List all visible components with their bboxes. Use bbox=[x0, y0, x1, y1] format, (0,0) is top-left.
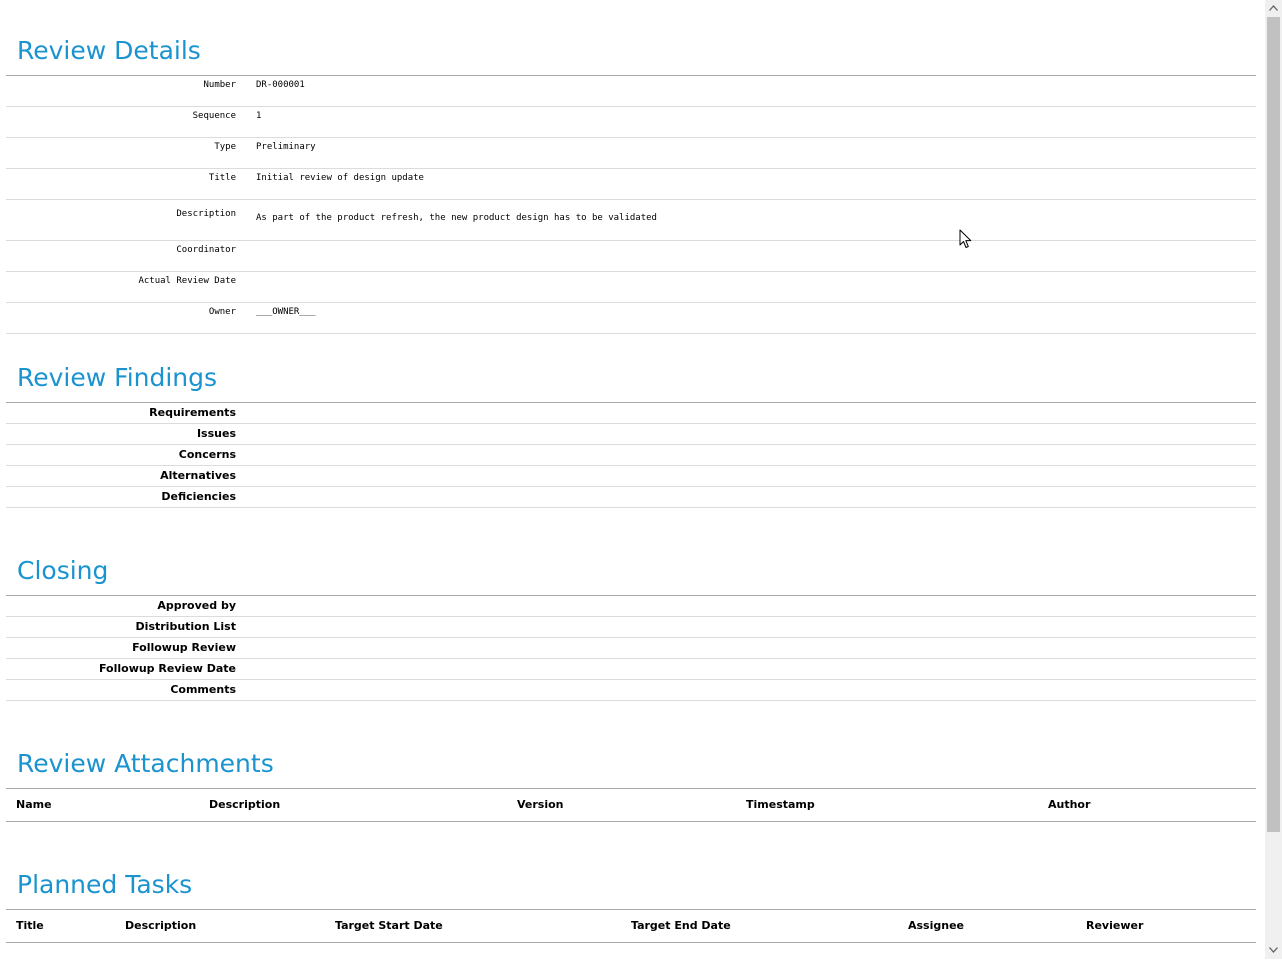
detail-row-coordinator: Coordinator bbox=[6, 241, 1256, 272]
section-heading-closing: Closing bbox=[17, 556, 109, 585]
field-value: Preliminary bbox=[256, 142, 316, 152]
column-header-assignee[interactable]: Assignee bbox=[908, 919, 964, 932]
field-value: Initial review of design update bbox=[256, 173, 424, 183]
closing-row-comments: Comments bbox=[6, 680, 1256, 701]
finding-row-deficiencies: Deficiencies bbox=[6, 487, 1256, 508]
column-header-author[interactable]: Author bbox=[1048, 798, 1090, 811]
detail-row-actual-review-date: Actual Review Date bbox=[6, 272, 1256, 303]
field-value: ___OWNER___ bbox=[256, 307, 316, 317]
section-heading-review-details: Review Details bbox=[17, 36, 201, 65]
field-label: Type bbox=[214, 142, 236, 152]
field-label: Followup Review bbox=[132, 641, 236, 654]
field-value: 1 bbox=[256, 111, 262, 121]
finding-row-concerns: Concerns bbox=[6, 445, 1256, 466]
field-label: Title bbox=[208, 173, 236, 183]
field-label: Concerns bbox=[178, 448, 236, 461]
column-header-version[interactable]: Version bbox=[517, 798, 564, 811]
column-header-target-end-date[interactable]: Target End Date bbox=[631, 919, 731, 932]
field-label: Approved by bbox=[157, 599, 236, 612]
field-label: Number bbox=[203, 80, 236, 90]
field-label: Actual Review Date bbox=[138, 276, 236, 286]
field-label: Deficiencies bbox=[161, 490, 236, 503]
tasks-table-header: Title Description Target Start Date Targ… bbox=[6, 910, 1256, 943]
section-heading-planned-tasks: Planned Tasks bbox=[17, 870, 193, 899]
field-label: Sequence bbox=[192, 111, 236, 121]
field-label: Description bbox=[176, 209, 236, 219]
column-header-description[interactable]: Description bbox=[209, 798, 280, 811]
column-header-title[interactable]: Title bbox=[16, 919, 44, 932]
field-label: Coordinator bbox=[176, 245, 236, 255]
closing-row-distribution-list: Distribution List bbox=[6, 617, 1256, 638]
field-label: Distribution List bbox=[135, 620, 236, 633]
field-label: Issues bbox=[196, 427, 236, 440]
field-label: Owner bbox=[208, 307, 236, 317]
section-heading-review-findings: Review Findings bbox=[17, 363, 218, 392]
detail-row-description: Description As part of the product refre… bbox=[6, 200, 1256, 241]
column-header-description[interactable]: Description bbox=[125, 919, 196, 932]
section-heading-review-attachments: Review Attachments bbox=[17, 749, 274, 778]
finding-row-alternatives: Alternatives bbox=[6, 466, 1256, 487]
detail-row-owner: Owner ___OWNER___ bbox=[6, 303, 1256, 334]
vertical-scrollbar[interactable] bbox=[1265, 0, 1282, 959]
column-header-reviewer[interactable]: Reviewer bbox=[1086, 919, 1143, 932]
column-header-name[interactable]: Name bbox=[16, 798, 52, 811]
detail-row-type: Type Preliminary bbox=[6, 138, 1256, 169]
chevron-down-icon[interactable] bbox=[1265, 942, 1282, 959]
attachments-table-header: Name Description Version Timestamp Autho… bbox=[6, 789, 1256, 822]
detail-row-sequence: Sequence 1 bbox=[6, 107, 1256, 138]
field-label: Alternatives bbox=[160, 469, 236, 482]
detail-row-title: Title Initial review of design update bbox=[6, 169, 1256, 200]
field-label: Followup Review Date bbox=[98, 662, 236, 675]
field-label: Comments bbox=[170, 683, 236, 696]
column-header-target-start-date[interactable]: Target Start Date bbox=[335, 919, 443, 932]
finding-row-requirements: Requirements bbox=[6, 403, 1256, 424]
detail-row-number: Number DR-000001 bbox=[6, 76, 1256, 107]
closing-row-followup-review-date: Followup Review Date bbox=[6, 659, 1256, 680]
finding-row-issues: Issues bbox=[6, 424, 1256, 445]
scrollbar-thumb[interactable] bbox=[1267, 17, 1280, 832]
chevron-up-icon[interactable] bbox=[1265, 0, 1282, 17]
closing-row-approved-by: Approved by bbox=[6, 596, 1256, 617]
field-label: Requirements bbox=[149, 406, 236, 419]
field-value: DR-000001 bbox=[256, 80, 305, 90]
column-header-timestamp[interactable]: Timestamp bbox=[746, 798, 815, 811]
field-value: As part of the product refresh, the new … bbox=[256, 213, 657, 223]
mouse-pointer-icon bbox=[959, 229, 972, 253]
closing-row-followup-review: Followup Review bbox=[6, 638, 1256, 659]
